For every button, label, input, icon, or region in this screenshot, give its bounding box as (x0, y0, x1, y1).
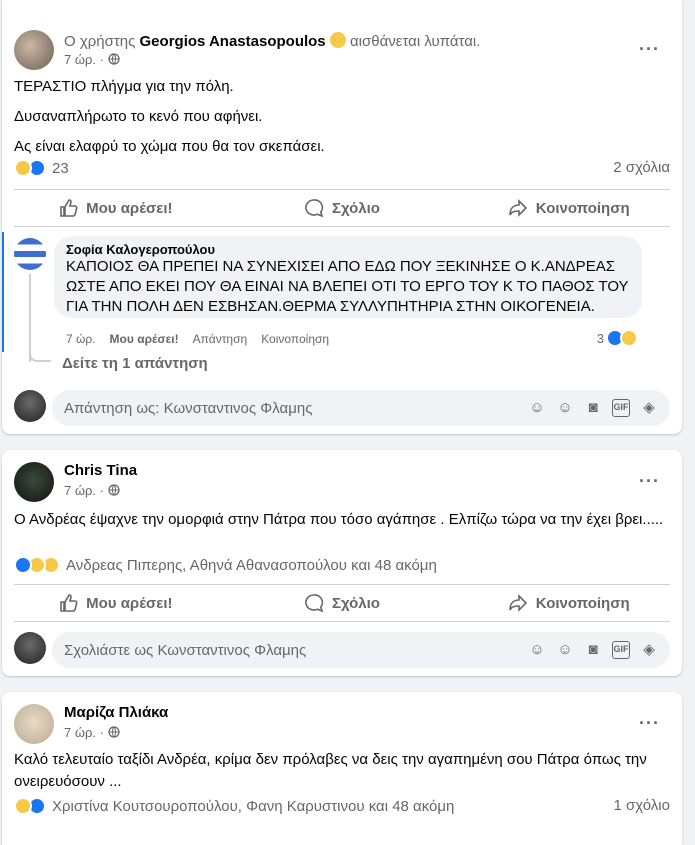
post-feeling: αισθάνεται λυπάται. (350, 33, 481, 50)
post-actions: Μου αρέσει! Σχόλιο Κοινοποίηση (2, 585, 682, 621)
thumbs-up-icon (60, 199, 78, 217)
reactors-list: Χριστίνα Κουτσουροπούλου, Φανη Καρυστινο… (52, 797, 455, 815)
sad-reaction-icon (14, 159, 32, 177)
reactors-list: Ανδρεας Πιπερης, Αθηνά Αθανασοπούλου και… (66, 556, 437, 574)
reaction-summary[interactable]: 23 (14, 159, 69, 177)
gif-icon[interactable]: GIF (612, 399, 630, 417)
reply-input[interactable]: Απάντηση ως: Κωνσταντινος Φλαμης ☺ ☺ ◙ G… (52, 390, 670, 426)
post-meta: 7 ώρ. · (64, 483, 120, 498)
comment-reactions[interactable]: 3 (597, 329, 638, 347)
care-reaction-icon (620, 329, 638, 347)
post-card-2: Chris Tina 7 ώρ. · ··· Ο Ανδρέας έψαχνε … (2, 450, 682, 676)
gif-icon[interactable]: GIF (612, 641, 630, 659)
comment-reaction-count: 3 (596, 330, 604, 346)
post-meta: 7 ώρ. · (64, 725, 120, 740)
input-tools: ☺ ☺ ◙ GIF ◈ (528, 399, 658, 417)
post-line: Ας είναι ελαφρύ το χώμα που θα τον σκεπά… (14, 138, 325, 155)
comment-input[interactable]: Σχολιάστε ως Κωνσταντινος Φλαμης ☺ ☺ ◙ G… (52, 632, 670, 668)
globe-icon (107, 53, 120, 65)
commenter-name[interactable]: Σοφία Καλογεροπούλου (66, 242, 630, 257)
author-avatar[interactable] (14, 30, 54, 70)
current-user-avatar (14, 632, 46, 664)
comment-icon (305, 199, 324, 218)
feeling-emoji-icon (329, 32, 346, 48)
post-actions: Μου αρέσει! Σχόλιο Κοινοποίηση (2, 190, 682, 226)
thread-line-branch (29, 346, 51, 362)
sticker-icon[interactable]: ◈ (640, 641, 658, 659)
post-author-name[interactable]: Georgios Anastasopoulos (140, 33, 326, 50)
avatar-sticker-icon[interactable]: ☺ (528, 399, 546, 417)
globe-icon (107, 484, 120, 496)
camera-icon[interactable]: ◙ (584, 399, 602, 417)
camera-icon[interactable]: ◙ (584, 641, 602, 659)
post-time[interactable]: 7 ώρ. · (64, 725, 104, 740)
comment-placeholder: Σχολιάστε ως Κωνσταντινος Φλαμης (64, 641, 307, 659)
post-body: Καλό τελευταίο ταξίδι Ανδρέα, κρίμα δεν … (14, 751, 647, 790)
like-button[interactable]: Μου αρέσει! (2, 190, 229, 226)
post-body: ΤΕΡΑΣΤΙΟ πλήγμα για την πόλη. Δυσαναπλήρ… (14, 76, 668, 158)
more-options-icon[interactable]: ··· (639, 40, 660, 58)
comments-count[interactable]: 2 σχόλια (613, 159, 670, 176)
post-line: Δυσαναπλήρωτο το κενό που αφήνει. (14, 108, 263, 125)
more-options-icon[interactable]: ··· (639, 472, 660, 490)
reaction-count: 23 (52, 159, 69, 177)
comment-bubble: Σοφία Καλογεροπούλου ΚΑΠΟΙΟΣ ΘΑ ΠΡΕΠΕΙ Ν… (54, 236, 642, 318)
post-time[interactable]: 7 ώρ. · (64, 52, 104, 67)
comment-label: Σχόλιο (332, 594, 380, 612)
comment-label: Σχόλιο (332, 199, 380, 217)
post-meta: 7 ώρ. · (64, 52, 120, 67)
author-avatar[interactable] (14, 462, 54, 502)
like-button[interactable]: Μου αρέσει! (2, 585, 229, 621)
share-label: Κοινοποίηση (535, 594, 630, 612)
more-options-icon[interactable]: ··· (639, 714, 660, 732)
current-user-avatar (14, 390, 46, 422)
commenter-avatar[interactable] (14, 238, 46, 270)
post-author-name[interactable]: Μαρίζα Πλιάκα (64, 704, 168, 721)
emoji-icon[interactable]: ☺ (556, 399, 574, 417)
comment-button[interactable]: Σχόλιο (229, 585, 456, 621)
post-prefix: Ο χρήστης (64, 33, 136, 50)
comment-text: ΚΑΠΟΙΟΣ ΘΑ ΠΡΕΠΕΙ ΝΑ ΣΥΝΕΧΙΣΕΙ ΑΠΟ ΕΔΩ Π… (66, 258, 629, 315)
comment-icon (305, 594, 324, 613)
reply-placeholder: Απάντηση ως: Κωνσταντινος Φλαμης (64, 399, 313, 417)
divider (14, 621, 670, 622)
post-time[interactable]: 7 ώρ. · (64, 483, 104, 498)
comment-actions: 7 ώρ. Μου αρέσει! Απάντηση Κοινοποίηση (66, 332, 329, 346)
like-label: Μου αρέσει! (86, 199, 173, 217)
share-icon (508, 594, 527, 612)
reaction-summary[interactable]: Ανδρεας Πιπερης, Αθηνά Αθανασοπούλου και… (14, 556, 437, 574)
comment-reply-button[interactable]: Απάντηση (193, 332, 248, 346)
like-reaction-icon (14, 556, 32, 574)
author-avatar[interactable] (14, 704, 54, 744)
share-button[interactable]: Κοινοποίηση (455, 190, 682, 226)
comments-count[interactable]: 1 σχόλιο (614, 797, 670, 814)
post-body: Ο Ανδρέας έψαχνε την ομορφιά στην Πάτρα … (14, 511, 664, 528)
comment-button[interactable]: Σχόλιο (229, 190, 456, 226)
highlight-bar (2, 232, 4, 352)
divider (14, 226, 670, 227)
sticker-icon[interactable]: ◈ (640, 399, 658, 417)
share-icon (508, 199, 527, 217)
like-label: Μου αρέσει! (86, 594, 173, 612)
share-button[interactable]: Κοινοποίηση (455, 585, 682, 621)
see-replies-link[interactable]: Δείτε τη 1 απάντηση (62, 355, 208, 372)
comment-time[interactable]: 7 ώρ. (66, 332, 96, 346)
comment-like-button[interactable]: Μου αρέσει! (110, 332, 179, 346)
share-label: Κοινοποίηση (535, 199, 630, 217)
thumbs-up-icon (60, 594, 78, 612)
avatar-sticker-icon[interactable]: ☺ (528, 641, 546, 659)
comment-share-button[interactable]: Κοινοποίηση (261, 332, 329, 346)
reaction-summary[interactable]: Χριστίνα Κουτσουροπούλου, Φανη Καρυστινο… (14, 797, 454, 815)
post-author-name[interactable]: Chris Tina (64, 462, 137, 479)
emoji-icon[interactable]: ☺ (556, 641, 574, 659)
globe-icon (107, 726, 120, 738)
post-header: Ο χρήστης Georgios Anastasopoulos αισθάν… (64, 32, 480, 50)
post-line: ΤΕΡΑΣΤΙΟ πλήγμα για την πόλη. (14, 78, 234, 95)
post-card-1: Ο χρήστης Georgios Anastasopoulos αισθάν… (2, 0, 682, 434)
sad-reaction-icon (14, 797, 32, 815)
post-card-3: Μαρίζα Πλιάκα 7 ώρ. · ··· Καλό τελευταίο… (2, 692, 682, 845)
input-tools: ☺ ☺ ◙ GIF ◈ (528, 641, 658, 659)
